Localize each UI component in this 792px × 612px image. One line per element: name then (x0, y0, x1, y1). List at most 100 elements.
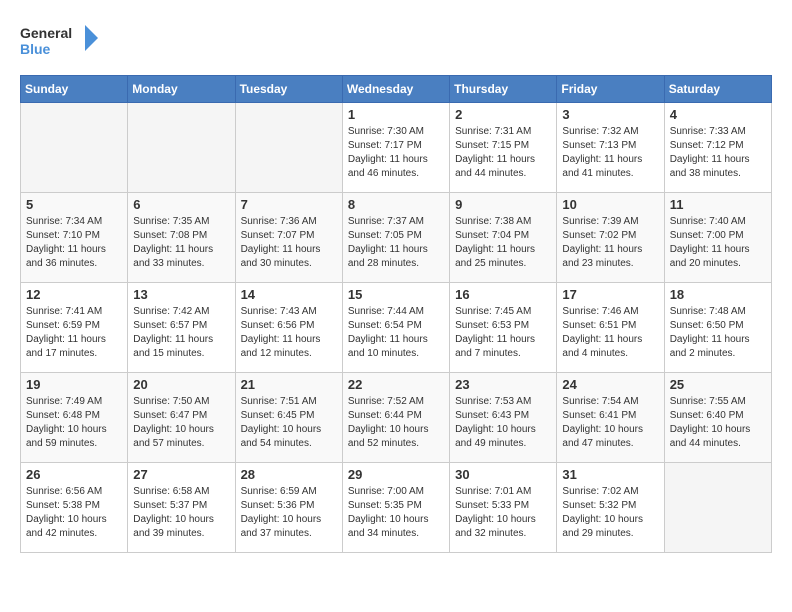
day-info: Sunrise: 7:43 AM Sunset: 6:56 PM Dayligh… (241, 305, 337, 361)
day-info: Sunrise: 7:30 AM Sunset: 7:17 PM Dayligh… (348, 125, 444, 181)
header-sunday: Sunday (21, 76, 128, 103)
day-number: 3 (562, 107, 658, 122)
calendar-day-cell: 1 Sunrise: 7:30 AM Sunset: 7:17 PM Daylig… (342, 103, 449, 193)
day-info: Sunrise: 7:39 AM Sunset: 7:02 PM Dayligh… (562, 215, 658, 271)
day-info: Sunrise: 7:55 AM Sunset: 6:40 PM Dayligh… (670, 395, 766, 451)
header-wednesday: Wednesday (342, 76, 449, 103)
calendar-day-cell: 22 Sunrise: 7:52 AM Sunset: 6:44 PM Dayli… (342, 373, 449, 463)
calendar-day-cell: 20 Sunrise: 7:50 AM Sunset: 6:47 PM Dayli… (128, 373, 235, 463)
calendar-day-cell: 6 Sunrise: 7:35 AM Sunset: 7:08 PM Daylig… (128, 193, 235, 283)
calendar-day-cell: 4 Sunrise: 7:33 AM Sunset: 7:12 PM Daylig… (664, 103, 771, 193)
day-info: Sunrise: 7:01 AM Sunset: 5:33 PM Dayligh… (455, 485, 551, 541)
day-info: Sunrise: 7:53 AM Sunset: 6:43 PM Dayligh… (455, 395, 551, 451)
calendar-day-cell: 15Sunrise: 7:44 AM Sunset: 6:54 PM Dayli… (342, 283, 449, 373)
day-number: 20 (133, 377, 229, 392)
calendar-week-row: 19 Sunrise: 7:49 AM Sunset: 6:48 PM Dayli… (21, 373, 772, 463)
calendar-day-cell: 28 Sunrise: 6:59 AM Sunset: 5:36 PM Dayli… (235, 463, 342, 553)
day-info: Sunrise: 7:49 AM Sunset: 6:48 PM Dayligh… (26, 395, 122, 451)
day-info: Sunrise: 7:35 AM Sunset: 7:08 PM Dayligh… (133, 215, 229, 271)
svg-text:General: General (20, 25, 72, 41)
calendar-day-cell: 23 Sunrise: 7:53 AM Sunset: 6:43 PM Dayli… (450, 373, 557, 463)
day-number: 27 (133, 467, 229, 482)
calendar-day-cell: 25 Sunrise: 7:55 AM Sunset: 6:40 PM Dayli… (664, 373, 771, 463)
calendar-day-cell: 26 Sunrise: 6:56 AM Sunset: 5:38 PM Dayli… (21, 463, 128, 553)
day-number: 5 (26, 197, 122, 212)
day-number: 14 (241, 287, 337, 302)
calendar-day-cell: 7 Sunrise: 7:36 AM Sunset: 7:07 PM Daylig… (235, 193, 342, 283)
day-info: Sunrise: 7:42 AM Sunset: 6:57 PM Dayligh… (133, 305, 229, 361)
day-info: Sunrise: 7:36 AM Sunset: 7:07 PM Dayligh… (241, 215, 337, 271)
calendar-week-row: 1 Sunrise: 7:30 AM Sunset: 7:17 PM Daylig… (21, 103, 772, 193)
calendar-day-cell: 24 Sunrise: 7:54 AM Sunset: 6:41 PM Dayli… (557, 373, 664, 463)
day-number: 2 (455, 107, 551, 122)
day-info: Sunrise: 7:34 AM Sunset: 7:10 PM Dayligh… (26, 215, 122, 271)
calendar-day-cell: 12Sunrise: 7:41 AM Sunset: 6:59 PM Dayli… (21, 283, 128, 373)
day-number: 31 (562, 467, 658, 482)
day-info: Sunrise: 7:32 AM Sunset: 7:13 PM Dayligh… (562, 125, 658, 181)
day-number: 21 (241, 377, 337, 392)
day-info: Sunrise: 7:37 AM Sunset: 7:05 PM Dayligh… (348, 215, 444, 271)
day-number: 1 (348, 107, 444, 122)
day-info: Sunrise: 7:44 AM Sunset: 6:54 PM Dayligh… (348, 305, 444, 361)
day-info: Sunrise: 7:54 AM Sunset: 6:41 PM Dayligh… (562, 395, 658, 451)
header-monday: Monday (128, 76, 235, 103)
calendar-day-cell: 14 Sunrise: 7:43 AM Sunset: 6:56 PM Dayli… (235, 283, 342, 373)
day-info: Sunrise: 7:50 AM Sunset: 6:47 PM Dayligh… (133, 395, 229, 451)
day-number: 16 (455, 287, 551, 302)
calendar-week-row: 26 Sunrise: 6:56 AM Sunset: 5:38 PM Dayli… (21, 463, 772, 553)
calendar-day-cell (128, 103, 235, 193)
day-number: 22 (348, 377, 444, 392)
calendar-day-cell: 31Sunrise: 7:02 AM Sunset: 5:32 PM Dayli… (557, 463, 664, 553)
calendar-day-cell: 21 Sunrise: 7:51 AM Sunset: 6:45 PM Dayli… (235, 373, 342, 463)
day-number: 7 (241, 197, 337, 212)
day-number: 23 (455, 377, 551, 392)
logo: General Blue (20, 20, 100, 65)
day-info: Sunrise: 6:59 AM Sunset: 5:36 PM Dayligh… (241, 485, 337, 541)
calendar-header-row: SundayMondayTuesdayWednesdayThursdayFrid… (21, 76, 772, 103)
day-number: 19 (26, 377, 122, 392)
day-number: 29 (348, 467, 444, 482)
day-number: 8 (348, 197, 444, 212)
day-number: 25 (670, 377, 766, 392)
calendar-table: SundayMondayTuesdayWednesdayThursdayFrid… (20, 75, 772, 553)
calendar-day-cell: 19 Sunrise: 7:49 AM Sunset: 6:48 PM Dayli… (21, 373, 128, 463)
calendar-day-cell: 2 Sunrise: 7:31 AM Sunset: 7:15 PM Daylig… (450, 103, 557, 193)
calendar-day-cell: 27Sunrise: 6:58 AM Sunset: 5:37 PM Dayli… (128, 463, 235, 553)
logo-svg: General Blue (20, 20, 100, 65)
day-number: 6 (133, 197, 229, 212)
day-info: Sunrise: 7:00 AM Sunset: 5:35 PM Dayligh… (348, 485, 444, 541)
day-info: Sunrise: 7:33 AM Sunset: 7:12 PM Dayligh… (670, 125, 766, 181)
calendar-day-cell: 3 Sunrise: 7:32 AM Sunset: 7:13 PM Daylig… (557, 103, 664, 193)
day-number: 9 (455, 197, 551, 212)
day-number: 24 (562, 377, 658, 392)
day-number: 28 (241, 467, 337, 482)
day-number: 18 (670, 287, 766, 302)
calendar-day-cell: 18 Sunrise: 7:48 AM Sunset: 6:50 PM Dayli… (664, 283, 771, 373)
day-info: Sunrise: 7:51 AM Sunset: 6:45 PM Dayligh… (241, 395, 337, 451)
calendar-week-row: 12Sunrise: 7:41 AM Sunset: 6:59 PM Dayli… (21, 283, 772, 373)
day-info: Sunrise: 6:56 AM Sunset: 5:38 PM Dayligh… (26, 485, 122, 541)
calendar-day-cell: 8 Sunrise: 7:37 AM Sunset: 7:05 PM Daylig… (342, 193, 449, 283)
page-header: General Blue (20, 20, 772, 65)
calendar-day-cell: 10Sunrise: 7:39 AM Sunset: 7:02 PM Dayli… (557, 193, 664, 283)
calendar-day-cell: 13 Sunrise: 7:42 AM Sunset: 6:57 PM Dayli… (128, 283, 235, 373)
calendar-day-cell: 5 Sunrise: 7:34 AM Sunset: 7:10 PM Daylig… (21, 193, 128, 283)
calendar-day-cell: 16Sunrise: 7:45 AM Sunset: 6:53 PM Dayli… (450, 283, 557, 373)
day-info: Sunrise: 7:48 AM Sunset: 6:50 PM Dayligh… (670, 305, 766, 361)
calendar-week-row: 5 Sunrise: 7:34 AM Sunset: 7:10 PM Daylig… (21, 193, 772, 283)
day-number: 13 (133, 287, 229, 302)
day-info: Sunrise: 7:52 AM Sunset: 6:44 PM Dayligh… (348, 395, 444, 451)
day-number: 30 (455, 467, 551, 482)
header-saturday: Saturday (664, 76, 771, 103)
day-info: Sunrise: 7:46 AM Sunset: 6:51 PM Dayligh… (562, 305, 658, 361)
day-info: Sunrise: 7:38 AM Sunset: 7:04 PM Dayligh… (455, 215, 551, 271)
day-number: 12 (26, 287, 122, 302)
calendar-day-cell (21, 103, 128, 193)
svg-text:Blue: Blue (20, 41, 51, 57)
day-info: Sunrise: 7:31 AM Sunset: 7:15 PM Dayligh… (455, 125, 551, 181)
calendar-day-cell: 17Sunrise: 7:46 AM Sunset: 6:51 PM Dayli… (557, 283, 664, 373)
day-number: 26 (26, 467, 122, 482)
day-info: Sunrise: 7:40 AM Sunset: 7:00 PM Dayligh… (670, 215, 766, 271)
day-number: 4 (670, 107, 766, 122)
day-number: 11 (670, 197, 766, 212)
